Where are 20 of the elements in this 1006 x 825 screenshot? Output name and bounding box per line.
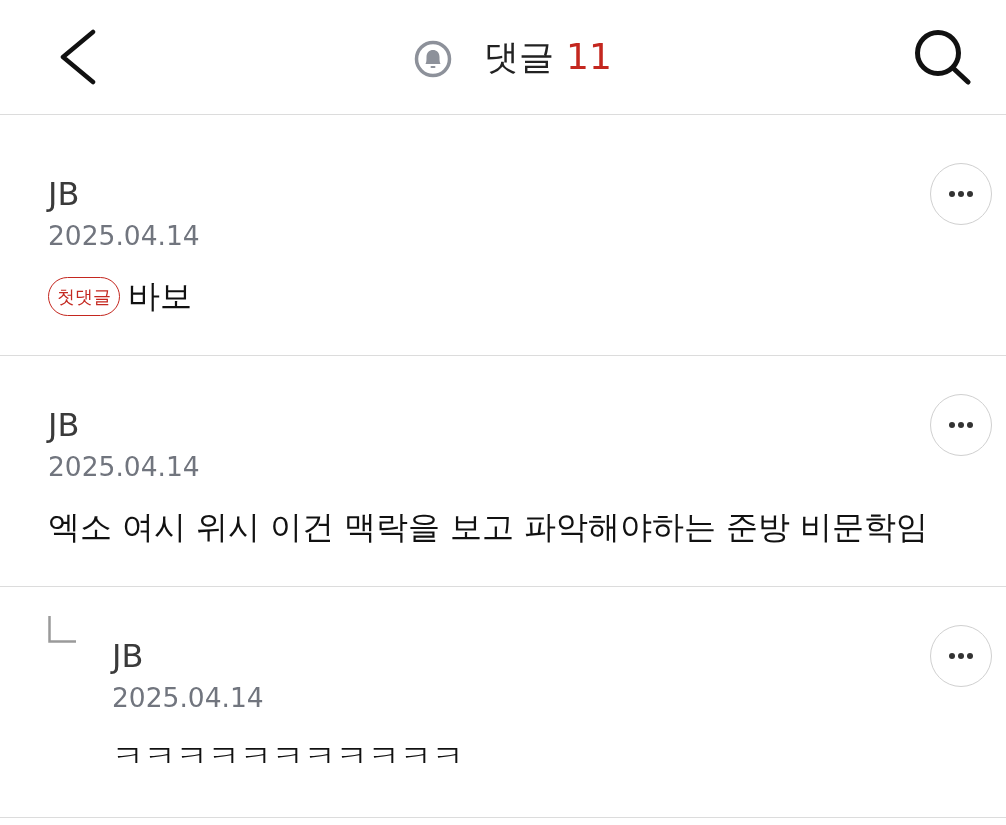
back-button[interactable] xyxy=(60,29,96,85)
back-icon xyxy=(60,29,96,85)
comment-author: JB xyxy=(112,636,144,677)
comment-date: 2025.04.14 xyxy=(48,450,200,484)
ellipsis-icon xyxy=(949,191,973,197)
ellipsis-icon xyxy=(949,422,973,428)
search-icon xyxy=(914,29,972,85)
comment-text: ㅋㅋㅋㅋㅋㅋㅋㅋㅋㅋㅋ xyxy=(112,737,464,776)
comment-text: 엑소 여시 위시 이건 맥락을 보고 파악해야하는 준방 비문학임 xyxy=(48,508,929,547)
comment-count: 11 xyxy=(566,35,612,79)
reply-corner-icon xyxy=(48,616,76,643)
comment-author: JB xyxy=(48,174,80,215)
page-title: 댓글 xyxy=(484,36,555,78)
comment-author: JB xyxy=(48,405,80,446)
comment-text: 바보 xyxy=(128,277,192,316)
ellipsis-icon xyxy=(949,653,973,659)
comment-date: 2025.04.14 xyxy=(48,219,200,253)
bell-icon[interactable] xyxy=(414,40,453,78)
comment-date: 2025.04.14 xyxy=(112,681,264,715)
search-button[interactable] xyxy=(914,29,972,85)
